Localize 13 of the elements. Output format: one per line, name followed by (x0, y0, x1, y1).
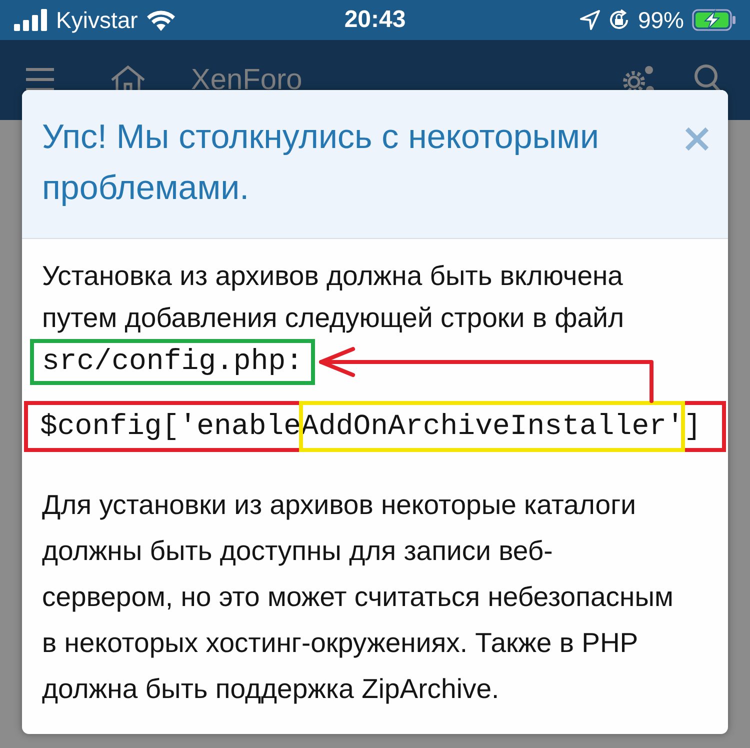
clock-time: 20:43 (344, 6, 406, 34)
battery-charging-icon (692, 9, 736, 31)
intro-text: Установка из архивов должна быть включена путем добавления следующей строки в файл (42, 259, 625, 335)
wifi-icon (146, 9, 176, 31)
dialog-title: Упс! Мы столкнулись с некоторыми проблемами. (42, 117, 600, 209)
rotation-lock-icon (608, 9, 630, 31)
location-arrow-icon (580, 10, 600, 30)
note-text: Для установки из архивов некоторые каталоги должны быть доступны для записи веб-сервером, но это может считаться небезопасным в некоторых хостинг-окружениях. Также в PHP должна быть поддержка ZipArchive. (42, 488, 674, 706)
menu-icon[interactable] (26, 67, 54, 93)
signal-icon (14, 9, 48, 31)
battery-percent: 99% (638, 6, 684, 34)
carrier-name: Kyivstar (56, 6, 138, 34)
file-path: src/config.php: (30, 339, 316, 385)
